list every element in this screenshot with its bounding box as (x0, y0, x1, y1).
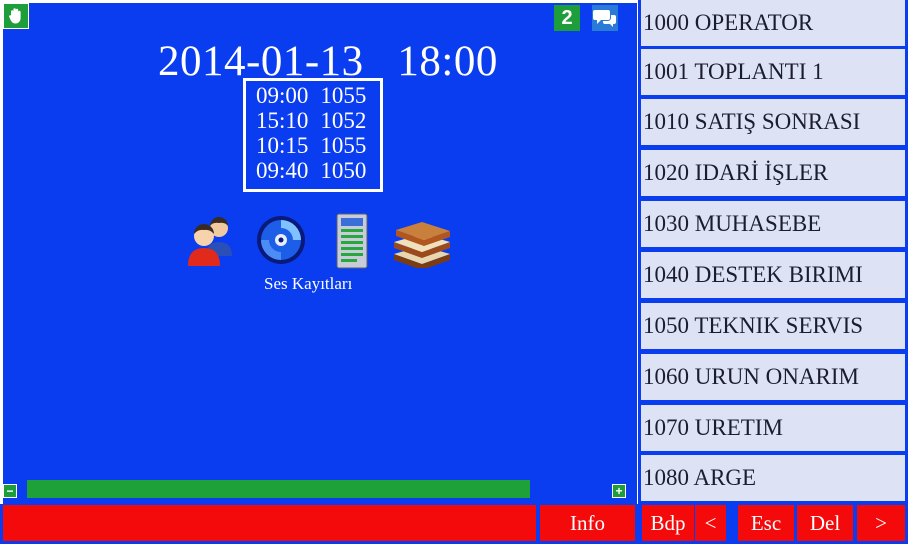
books-icon[interactable] (390, 214, 454, 273)
call-time: 10:15 (256, 133, 309, 158)
contact-list: 1000 OPERATOR 1001 TOPLANTI 1 1010 SATIŞ… (638, 0, 908, 504)
contact-item[interactable]: 1060 URUN ONARIM (641, 354, 905, 400)
call-time: 09:00 (256, 83, 309, 108)
call-time: 09:40 (256, 158, 309, 183)
contact-item[interactable]: 1030 MUHASEBE (641, 201, 905, 247)
call-log-row[interactable]: 15:10 1052 (256, 108, 380, 133)
volume-down-button[interactable]: − (3, 484, 17, 498)
chat-icon[interactable] (592, 5, 618, 31)
contact-item[interactable]: 1001 TOPLANTI 1 (641, 49, 905, 95)
call-time: 15:10 (256, 108, 309, 133)
phone-screen: 2 2014-01-13 18:00 09:00 1055 15:10 1052 1… (0, 0, 908, 544)
status-strip (3, 505, 536, 541)
next-button[interactable]: > (857, 505, 905, 541)
delete-button[interactable]: Del (797, 505, 853, 541)
call-log-row[interactable]: 09:40 1050 (256, 158, 380, 183)
contact-item[interactable]: 1040 DESTEK BIRIMI (641, 252, 905, 298)
volume-up-button[interactable]: + (612, 484, 626, 498)
bdp-button[interactable]: Bdp (642, 505, 694, 541)
back-button[interactable]: < (695, 505, 726, 541)
recordings-label[interactable]: Ses Kayıtları (264, 274, 352, 294)
hand-icon[interactable] (3, 3, 29, 29)
call-extension: 1050 (320, 158, 367, 183)
contact-item[interactable]: 1050 TEKNIK SERVIS (641, 303, 905, 349)
contact-item[interactable]: 1000 OPERATOR (641, 0, 905, 46)
call-extension: 1052 (320, 108, 367, 133)
call-log-row[interactable]: 09:00 1055 (256, 83, 380, 108)
contact-item[interactable]: 1010 SATIŞ SONRASI (641, 99, 905, 145)
call-extension: 1055 (320, 83, 367, 108)
info-button[interactable]: Info (540, 505, 635, 541)
disc-icon[interactable] (252, 208, 310, 273)
call-extension: 1055 (320, 133, 367, 158)
esc-button[interactable]: Esc (738, 505, 794, 541)
call-log[interactable]: 09:00 1055 15:10 1052 10:15 1055 09:40 1050 (243, 78, 383, 192)
document-icon[interactable] (334, 212, 370, 275)
volume-bar[interactable] (27, 480, 530, 498)
call-log-row[interactable]: 10:15 1055 (256, 133, 380, 158)
contact-item[interactable]: 1080 ARGE (641, 455, 905, 501)
contact-item[interactable]: 1020 IDARİ İŞLER (641, 150, 905, 196)
contact-item[interactable]: 1070 URETIM (641, 405, 905, 451)
users-icon[interactable] (186, 214, 240, 273)
missed-calls-badge[interactable]: 2 (554, 5, 580, 31)
